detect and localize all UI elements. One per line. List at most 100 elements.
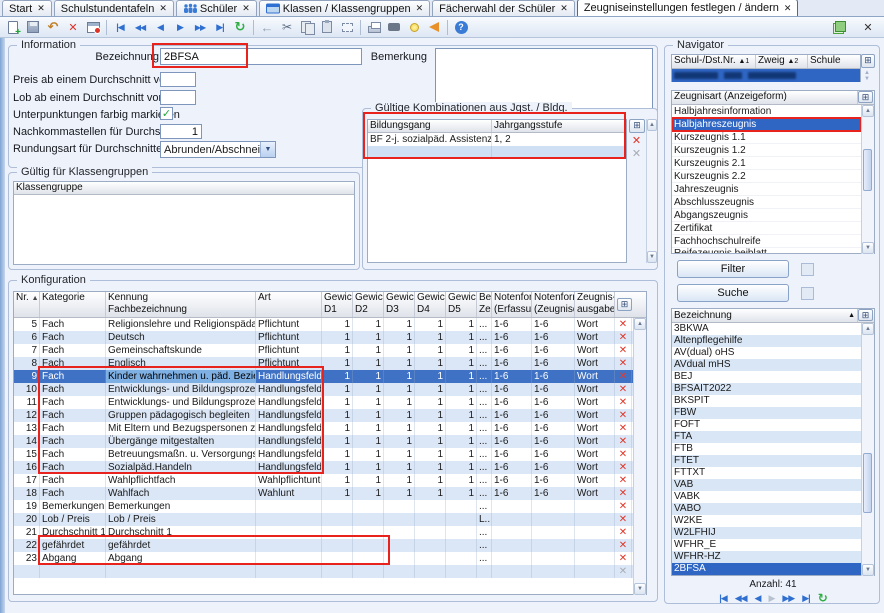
delete-row-button[interactable]: ✕ bbox=[615, 448, 632, 461]
nav-prev-fast-button[interactable]: ◀◀ bbox=[130, 18, 150, 36]
suche-checkbox[interactable] bbox=[801, 287, 814, 300]
scroll-down-icon[interactable]: ▼ bbox=[862, 242, 874, 254]
nav-prev-button[interactable]: ◀ bbox=[150, 18, 170, 36]
delete-row-button[interactable]: ✕ bbox=[615, 500, 632, 513]
tab-klassen[interactable]: Klassen / Klassengruppen ✕ bbox=[259, 0, 430, 16]
new-record-button[interactable]: + bbox=[3, 18, 23, 36]
konfiguration-row[interactable]: 23 Abgang Abgang ... ✕ bbox=[14, 552, 646, 565]
bezeichnung-item[interactable]: FTET bbox=[672, 455, 861, 467]
scroll-down-icon[interactable]: ▼ bbox=[634, 583, 646, 595]
col-jahrgangsstufe[interactable]: Jahrgangsstufe bbox=[492, 120, 626, 132]
bezeichnung-item[interactable]: FBW bbox=[672, 407, 861, 419]
bez-cell[interactable]: ... bbox=[477, 318, 492, 331]
new-kombination-row[interactable] bbox=[368, 146, 626, 159]
tab-close-icon[interactable]: ✕ bbox=[560, 4, 568, 13]
nav-last-button[interactable]: ▶| bbox=[210, 18, 230, 36]
help-button[interactable]: ? bbox=[451, 18, 471, 36]
column-chooser-button[interactable]: ⊞ bbox=[858, 91, 873, 103]
chevron-down-icon[interactable]: ▼ bbox=[260, 142, 275, 157]
col-notenformat-zeugnisdruck[interactable]: Notenformat(Zeugnisdruck) bbox=[532, 292, 575, 317]
save-button[interactable] bbox=[23, 18, 43, 36]
column-chooser-button[interactable]: ⊞ bbox=[858, 309, 873, 321]
bez-cell[interactable]: ... bbox=[477, 383, 492, 396]
col-nr[interactable]: Nr. ▲ bbox=[14, 292, 40, 317]
konfiguration-row[interactable]: 9 Fach Kinder wahrnehmen u. päd. Beziehu… bbox=[14, 370, 646, 383]
konfiguration-row[interactable]: 22 gefährdet gefährdet ... ✕ bbox=[14, 539, 646, 552]
delete-row-button[interactable]: ✕ bbox=[615, 435, 632, 448]
col-art[interactable]: Art bbox=[256, 292, 322, 317]
delete-row-button[interactable]: ✕ bbox=[615, 357, 632, 370]
delete-row-button[interactable]: ✕ bbox=[615, 331, 632, 344]
col-zweig[interactable]: Zweig ▲2 bbox=[756, 55, 808, 68]
school-scroll-icons[interactable]: ▲▼ bbox=[864, 70, 870, 82]
bez-cell[interactable]: ... bbox=[477, 552, 492, 565]
zeugnisart-item[interactable]: Abgangszeugnis bbox=[672, 209, 861, 222]
undo-button[interactable]: ↶ bbox=[43, 18, 63, 36]
bezeichnung-item[interactable]: AV(dual) oHS bbox=[672, 347, 861, 359]
scroll-up-icon[interactable]: ▲ bbox=[634, 318, 646, 330]
kombination-row[interactable]: BF 2-j. sozialpäd. Assistenz 1, 2 bbox=[368, 133, 626, 146]
zeugnisart-item[interactable]: Kurszeugnis 2.2 bbox=[672, 170, 861, 183]
col-bez[interactable]: BezZeu bbox=[477, 292, 492, 317]
bez-cell[interactable]: ... bbox=[477, 461, 492, 474]
tab-schulstundentafeln[interactable]: Schulstundentafeln ✕ bbox=[54, 0, 174, 16]
bezeichnung-item[interactable]: BEJ bbox=[672, 371, 861, 383]
scroll-up-icon[interactable]: ▲ bbox=[647, 119, 657, 131]
col-kategorie[interactable]: Kategorie bbox=[40, 292, 106, 317]
zeugnisart-scrollbar[interactable]: ▲ ▼ bbox=[861, 105, 874, 254]
konfiguration-scrollbar[interactable]: ▲ ▼ bbox=[633, 318, 646, 595]
kombinationen-scrollbar[interactable]: ▲ ▼ bbox=[646, 119, 657, 263]
col-gewicht-d2[interactable]: GewichtD2 bbox=[353, 292, 384, 317]
konfiguration-row[interactable]: 18 Fach Wahlfach Wahlunt 1 1 1 1 1 ... 1… bbox=[14, 487, 646, 500]
bez-cell[interactable]: ... bbox=[477, 370, 492, 383]
konfiguration-row[interactable]: 19 Bemerkungen Bemerkungen ... ✕ bbox=[14, 500, 646, 513]
suche-button[interactable]: Suche bbox=[677, 284, 789, 302]
konfiguration-row[interactable]: 14 Fach Übergänge mitgestalten Handlungs… bbox=[14, 435, 646, 448]
tab-faecherwahl[interactable]: Fächerwahl der Schüler ✕ bbox=[432, 0, 575, 16]
zeugnisart-item[interactable]: Abschlusszeugnis bbox=[672, 196, 861, 209]
konfiguration-row[interactable]: 17 Fach Wahlpflichtfach Wahlpflichtunt 1… bbox=[14, 474, 646, 487]
konfiguration-row[interactable]: 11 Fach Entwicklungs- und Bildungsprozes… bbox=[14, 396, 646, 409]
bez-cell[interactable]: ... bbox=[477, 344, 492, 357]
tab-close-icon[interactable]: ✕ bbox=[416, 4, 424, 13]
school-row-selected[interactable] bbox=[672, 69, 860, 82]
bez-cell[interactable]: ... bbox=[477, 331, 492, 344]
delete-row-button[interactable]: ✕ bbox=[615, 318, 632, 331]
col-notenformat-erfassung[interactable]: Notenformat(Erfassung) bbox=[492, 292, 532, 317]
col-klassengruppe[interactable]: Klassengruppe bbox=[14, 182, 354, 194]
bezeichnung-item[interactable]: AVdual mHS bbox=[672, 359, 861, 371]
bez-cell[interactable]: ... bbox=[477, 526, 492, 539]
col-gewicht-d1[interactable]: GewichtD1 bbox=[322, 292, 353, 317]
delete-button[interactable]: ✕ bbox=[63, 18, 83, 36]
bezeichnung-item[interactable]: 2BFSA bbox=[672, 563, 861, 575]
konfiguration-row[interactable]: 6 Fach Deutsch Pflichtunt 1 1 1 1 1 ... … bbox=[14, 331, 646, 344]
column-chooser-button[interactable]: ⊞ bbox=[629, 119, 645, 133]
bez-cell[interactable]: ... bbox=[477, 435, 492, 448]
col-gewicht-d3[interactable]: GewichtD3 bbox=[384, 292, 415, 317]
close-window-button[interactable]: ✕ bbox=[858, 18, 878, 36]
konfiguration-row[interactable]: 8 Fach Englisch Pflichtunt 1 1 1 1 1 ...… bbox=[14, 357, 646, 370]
bezeichnung-item[interactable]: VABK bbox=[672, 491, 861, 503]
nav-last-button[interactable]: ▶| bbox=[802, 593, 809, 604]
bez-cell[interactable]: ... bbox=[477, 487, 492, 500]
rundung-select[interactable]: Abrunden/Abschneiden ▼ bbox=[160, 141, 276, 158]
bezeichnung-item[interactable]: W2LFHIJ bbox=[672, 527, 861, 539]
delete-row-button[interactable]: ✕ bbox=[615, 370, 632, 383]
konfiguration-row[interactable]: 15 Fach Betreuungsmaßn. u. Versorgungsha… bbox=[14, 448, 646, 461]
nav-next-button[interactable]: ▶ bbox=[170, 18, 190, 36]
nachkomma-input[interactable] bbox=[160, 124, 202, 139]
zeugnisart-item[interactable]: Zertifikat bbox=[672, 222, 861, 235]
col-bildungsgang[interactable]: Bildungsgang bbox=[368, 120, 492, 132]
nav-prev-button[interactable]: ◀ bbox=[755, 593, 761, 604]
col-schulnr[interactable]: Schul-/Dst.Nr. ▲1 bbox=[672, 55, 756, 68]
tab-close-icon[interactable]: ✕ bbox=[242, 4, 250, 13]
bezeichnung-input[interactable] bbox=[160, 48, 362, 65]
konfiguration-row[interactable]: 13 Fach Mit Eltern und Bezugspersonen zu… bbox=[14, 422, 646, 435]
bezeichnung-item[interactable]: VABO bbox=[672, 503, 861, 515]
bezeichnung-item[interactable]: BKSPIT bbox=[672, 395, 861, 407]
filter-button[interactable]: Filter bbox=[677, 260, 789, 278]
bezeichnung-item[interactable]: 3BKWA bbox=[672, 323, 861, 335]
refresh-button[interactable]: ↻ bbox=[230, 18, 250, 36]
zeugnisart-item[interactable]: Halbjahreszeugnis bbox=[672, 118, 861, 131]
konfiguration-row[interactable]: 12 Fach Gruppen pädagogisch begleiten Ha… bbox=[14, 409, 646, 422]
